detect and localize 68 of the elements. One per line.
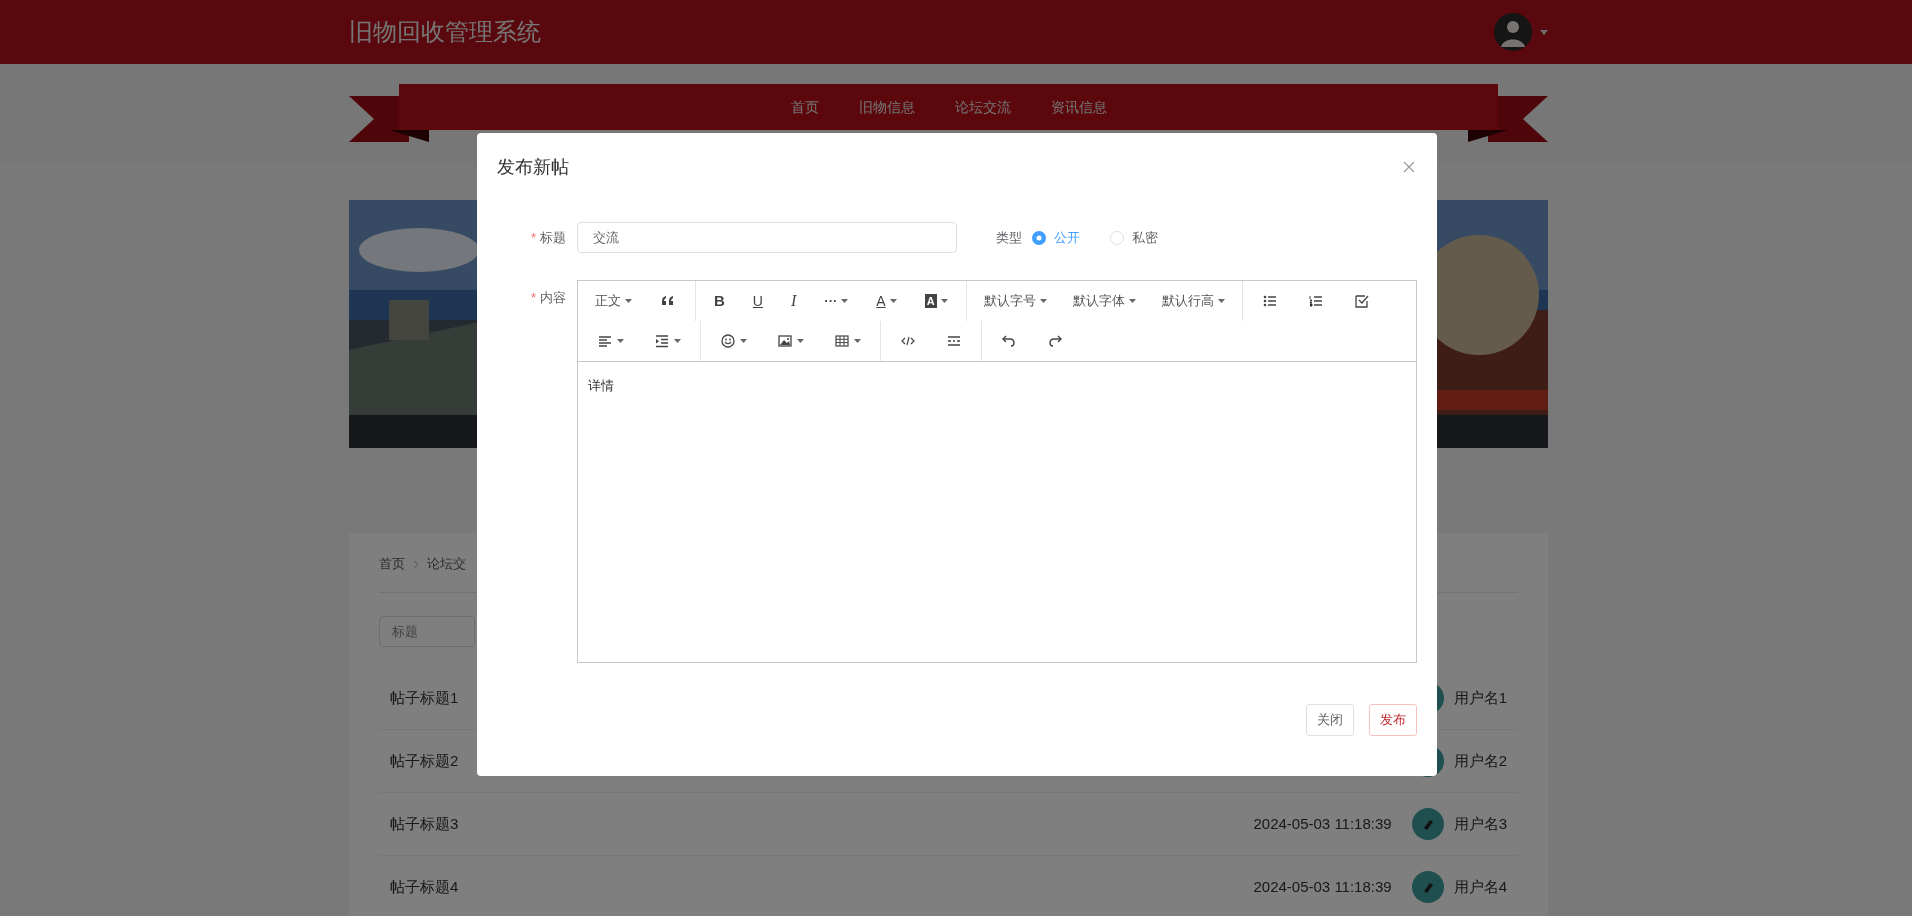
underline-button[interactable]: U — [738, 286, 777, 316]
redo-icon — [1047, 333, 1063, 349]
close-button[interactable] — [1401, 159, 1417, 175]
caret-icon — [841, 299, 849, 303]
indent-icon — [654, 333, 670, 349]
checkbox-icon — [1353, 293, 1370, 309]
toolbar-dropdown[interactable]: 默认字号 — [970, 286, 1060, 316]
post-author: 用户名2 — [1453, 750, 1507, 771]
toolbar-dropdown[interactable]: 默认字体 — [1059, 286, 1149, 316]
toolbar-dropdown[interactable]: 默认行高 — [1148, 286, 1238, 316]
post-author: 用户名4 — [1453, 876, 1507, 897]
caret-icon — [940, 299, 948, 303]
post-title: 帖子标题4 — [390, 876, 459, 897]
caret-icon — [1217, 299, 1225, 303]
bold-button[interactable]: B — [700, 286, 739, 316]
post-time: 2024-05-03 11:18:39 — [1253, 876, 1392, 897]
search-field[interactable]: 标题 — [379, 616, 475, 647]
undo-icon — [1001, 333, 1017, 349]
caret-icon — [740, 339, 747, 343]
required-mark: * — [530, 228, 536, 247]
post-row[interactable]: 帖子标题3 2024-05-03 11:18:39 用户名3 — [379, 793, 1518, 856]
radio-option[interactable]: 私密 — [1110, 227, 1158, 248]
post-title: 帖子标题2 — [390, 750, 459, 771]
divider-icon — [946, 333, 962, 349]
avatar-icon — [1411, 808, 1444, 840]
publish-button[interactable]: 发布 — [1369, 704, 1417, 736]
close-dialog-button[interactable]: 关闭 — [1306, 704, 1354, 736]
caret-icon — [854, 339, 861, 343]
caret-icon — [1540, 29, 1548, 35]
toolbar-dropdown[interactable]: 正文 — [582, 286, 645, 316]
post-time: 2024-05-03 11:18:39 — [1253, 813, 1392, 834]
avatar-icon — [1411, 871, 1444, 903]
field-label: 类型 — [996, 228, 1022, 247]
chevron-icon — [413, 559, 419, 569]
post-row[interactable]: 帖子标题4 2024-05-03 11:18:39 用户名4 — [379, 856, 1518, 916]
breadcrumb-link[interactable]: 论坛交 — [427, 554, 466, 574]
dialog-title: 发布新帖 — [497, 155, 569, 179]
post-author: 用户名1 — [1453, 687, 1507, 708]
italic-button[interactable]: I — [776, 286, 811, 316]
site-title: 旧物回收管理系统 — [349, 17, 541, 47]
post-author: 用户名3 — [1453, 813, 1507, 834]
close-icon — [1403, 161, 1415, 173]
bulleted-list-icon — [1261, 293, 1278, 309]
numbered-list-icon — [1307, 293, 1324, 309]
title-input[interactable]: 交流 — [577, 222, 957, 253]
post-title: 帖子标题3 — [390, 813, 459, 834]
font-color-button[interactable]: A — [862, 286, 911, 316]
caret-icon — [617, 339, 624, 343]
avatar-icon — [1494, 13, 1532, 51]
post-title: 帖子标题1 — [390, 687, 459, 708]
align-left-icon — [597, 333, 613, 349]
caret-icon — [625, 299, 632, 303]
field-label: 标题 — [540, 228, 566, 247]
table-icon — [834, 333, 850, 349]
caret-icon — [889, 299, 897, 303]
breadcrumb-link[interactable]: 首页 — [379, 554, 405, 574]
editor-text: 详情 — [588, 377, 615, 395]
image-icon — [777, 333, 793, 349]
smiley-icon — [720, 333, 736, 349]
caret-icon — [797, 339, 804, 343]
highlight-color-button[interactable]: A — [910, 286, 962, 316]
required-mark: * — [530, 289, 536, 307]
editor-content-area[interactable]: 详情 — [578, 361, 1416, 662]
caret-icon — [674, 339, 681, 343]
more-button[interactable]: ··· — [810, 286, 863, 316]
field-label: 内容 — [540, 289, 566, 307]
caret-icon — [1128, 299, 1136, 303]
caret-icon — [1039, 299, 1047, 303]
